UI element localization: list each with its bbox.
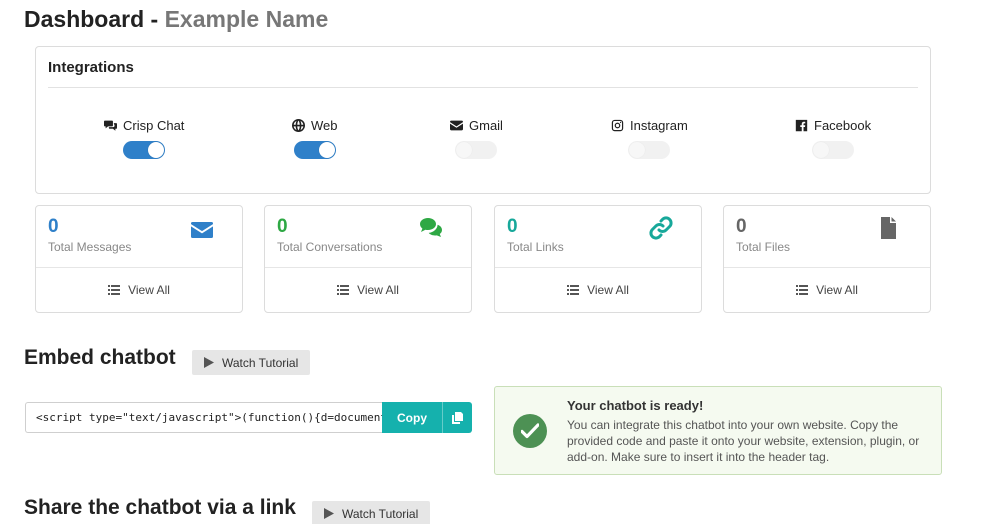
view-all-files-button[interactable]: View All bbox=[724, 283, 930, 297]
integration-gmail: Gmail bbox=[450, 117, 503, 159]
toggle-knob bbox=[148, 142, 165, 158]
check-circle-icon bbox=[513, 414, 547, 448]
crisp-chat-toggle[interactable] bbox=[123, 141, 166, 159]
copy-code-button[interactable]: Copy bbox=[382, 402, 472, 433]
list-icon bbox=[567, 285, 580, 295]
stat-card-links: 0 Total Links View All bbox=[494, 205, 702, 313]
embed-section-title: Embed chatbot bbox=[24, 346, 176, 369]
stat-value: 0 bbox=[277, 216, 288, 237]
stat-label: Total Messages bbox=[48, 240, 132, 254]
ready-body: You can integrate this chatbot into your… bbox=[567, 418, 920, 464]
stat-label: Total Links bbox=[507, 240, 564, 254]
envelope-icon bbox=[450, 120, 463, 130]
toggle-knob bbox=[318, 142, 335, 158]
embed-code-field[interactable]: <script type="text/javascript">(function… bbox=[25, 402, 383, 433]
check-icon bbox=[521, 423, 539, 439]
instagram-icon bbox=[611, 119, 624, 131]
integration-facebook: Facebook bbox=[795, 117, 871, 159]
embed-watch-tutorial-button[interactable]: Watch Tutorial bbox=[192, 350, 311, 375]
dashboard-title: Dashboard bbox=[24, 6, 145, 32]
facebook-icon bbox=[795, 119, 808, 131]
file-icon bbox=[881, 217, 896, 239]
page-title: Dashboard - Example Name bbox=[24, 6, 328, 33]
stat-value: 0 bbox=[736, 216, 747, 237]
toggle-knob bbox=[456, 142, 473, 158]
view-all-label: View All bbox=[357, 283, 399, 297]
view-all-label: View All bbox=[587, 283, 629, 297]
view-all-label: View All bbox=[128, 283, 170, 297]
integration-label: Instagram bbox=[630, 117, 688, 133]
toggle-knob bbox=[629, 142, 646, 158]
share-section-title: Share the chatbot via a link bbox=[24, 496, 296, 519]
integration-crisp-chat: Crisp Chat bbox=[104, 117, 184, 159]
link-icon bbox=[649, 216, 673, 240]
stat-card-conversations: 0 Total Conversations View All bbox=[264, 205, 472, 313]
chatbot-ready-alert: Your chatbot is ready! You can integrate… bbox=[494, 386, 942, 475]
web-toggle[interactable] bbox=[293, 141, 336, 159]
stat-label: Total Conversations bbox=[277, 240, 383, 254]
play-icon bbox=[324, 508, 334, 519]
copy-label: Copy bbox=[397, 410, 427, 425]
view-all-label: View All bbox=[816, 283, 858, 297]
integration-label-row: Crisp Chat bbox=[104, 117, 184, 133]
view-all-links-button[interactable]: View All bbox=[495, 283, 701, 297]
toggle-knob bbox=[813, 142, 830, 158]
integration-web: Web bbox=[292, 117, 338, 159]
envelope-icon bbox=[191, 222, 213, 238]
globe-icon bbox=[292, 118, 305, 132]
integration-label: Facebook bbox=[814, 117, 872, 133]
watch-tutorial-label: Watch Tutorial bbox=[342, 506, 419, 521]
stat-value: 0 bbox=[507, 216, 518, 237]
integration-label-row: Gmail bbox=[450, 117, 503, 133]
view-all-conversations-button[interactable]: View All bbox=[265, 283, 471, 297]
watch-tutorial-label: Watch Tutorial bbox=[222, 355, 299, 370]
play-icon bbox=[204, 357, 214, 368]
stat-divider bbox=[495, 267, 701, 268]
integration-label-row: Web bbox=[292, 117, 338, 133]
integration-label: Web bbox=[311, 117, 338, 133]
dashboard-name: Example Name bbox=[164, 6, 329, 32]
facebook-toggle[interactable] bbox=[812, 141, 855, 159]
integrations-divider bbox=[48, 87, 918, 88]
stat-card-messages: 0 Total Messages View All bbox=[35, 205, 243, 313]
integrations-title: Integrations bbox=[48, 59, 134, 76]
list-icon bbox=[796, 285, 809, 295]
ready-title: Your chatbot is ready! bbox=[567, 398, 704, 413]
integration-instagram: Instagram bbox=[611, 117, 688, 159]
stat-card-files: 0 Total Files View All bbox=[723, 205, 931, 313]
integration-label-row: Facebook bbox=[795, 117, 871, 133]
stat-divider bbox=[36, 267, 242, 268]
copy-icon-wrap bbox=[443, 411, 472, 424]
stat-divider bbox=[265, 267, 471, 268]
integration-label-row: Instagram bbox=[611, 117, 688, 133]
stat-label: Total Files bbox=[736, 240, 791, 254]
integration-label: Crisp Chat bbox=[123, 117, 185, 133]
copy-icon bbox=[452, 411, 463, 424]
title-separator: - bbox=[150, 6, 159, 32]
integration-label: Gmail bbox=[469, 117, 503, 133]
stat-value: 0 bbox=[48, 216, 59, 237]
instagram-toggle[interactable] bbox=[628, 141, 671, 159]
list-icon bbox=[337, 285, 350, 295]
view-all-messages-button[interactable]: View All bbox=[36, 283, 242, 297]
comments-icon bbox=[104, 120, 117, 131]
stat-divider bbox=[724, 267, 930, 268]
gmail-toggle[interactable] bbox=[455, 141, 498, 159]
list-icon bbox=[108, 285, 121, 295]
integrations-card: Integrations Crisp Chat Web Gmail Instag… bbox=[35, 46, 931, 194]
comments-icon bbox=[420, 218, 442, 237]
share-watch-tutorial-button[interactable]: Watch Tutorial bbox=[312, 501, 431, 524]
